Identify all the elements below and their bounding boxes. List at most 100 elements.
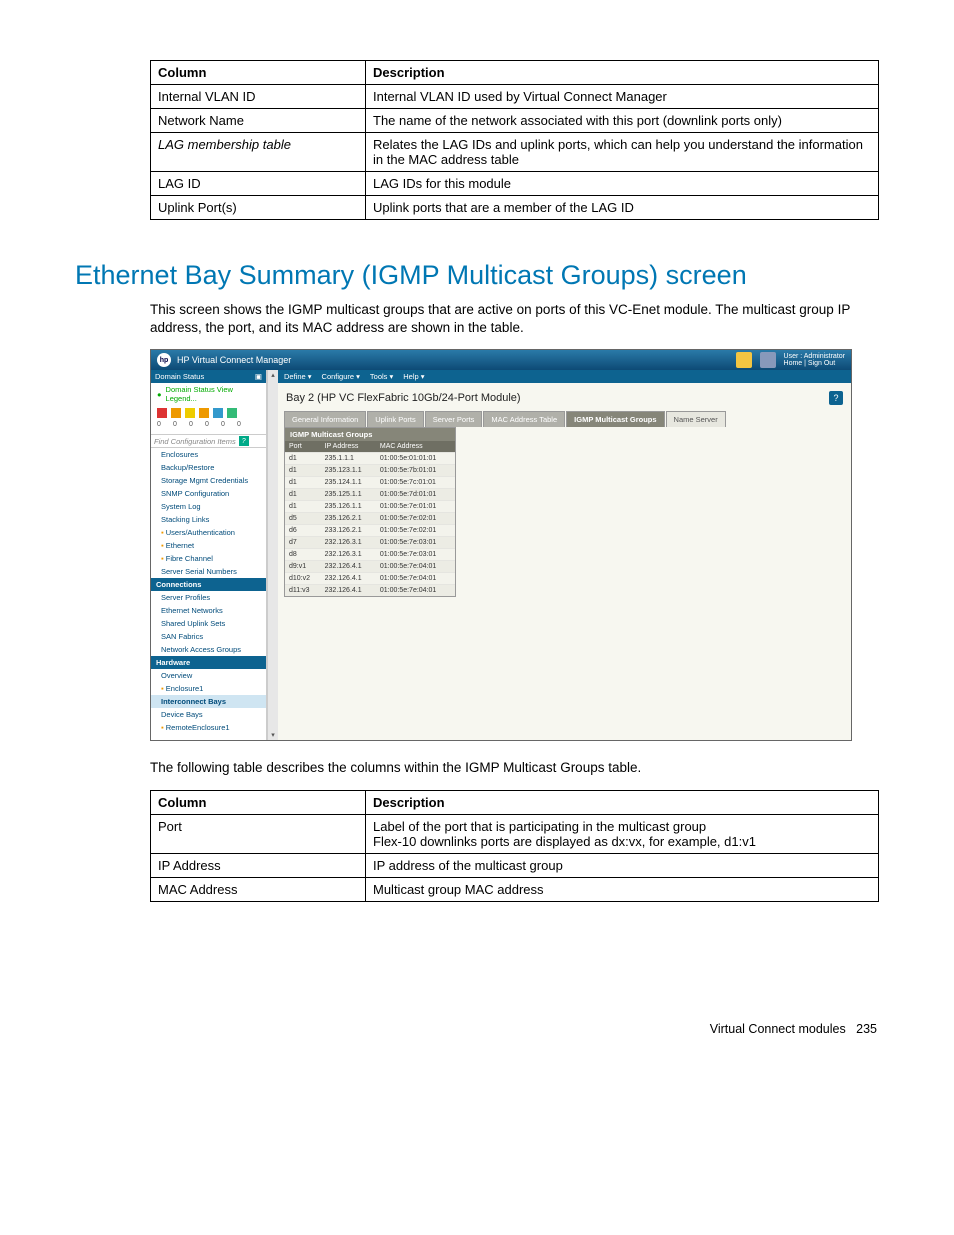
tab[interactable]: General Information — [284, 411, 366, 427]
grid-cell: 01:00:5e:7e:04:01 — [376, 561, 455, 573]
grid-cell: d1 — [285, 453, 321, 465]
tab[interactable]: Server Ports — [425, 411, 483, 427]
tab[interactable]: Uplink Ports — [367, 411, 423, 427]
table-row: d8232.126.3.101:00:5e:7e:03:01 — [285, 549, 455, 561]
user-info: User : Administrator Home | Sign Out — [784, 353, 845, 368]
grid-header: MAC Address — [376, 441, 455, 453]
table-cell: Port — [151, 814, 366, 853]
sidebar-item[interactable]: SAN Fabrics — [151, 630, 266, 643]
grid-cell: 01:00:5e:7e:02:01 — [376, 513, 455, 525]
sidebar-item-enclosure[interactable]: ▪ Enclosure1 — [151, 682, 266, 695]
sidebar-status-icons — [151, 405, 266, 421]
grid-cell: 01:00:5e:7b:01:01 — [376, 465, 455, 477]
menu-item[interactable]: Define ▾ — [284, 372, 312, 381]
table-row: d1235.126.1.101:00:5e:7e:01:01 — [285, 501, 455, 513]
table-row: d1235.125.1.101:00:5e:7d:01:01 — [285, 489, 455, 501]
grid-header: IP Address — [321, 441, 376, 453]
status-icon[interactable] — [227, 408, 237, 418]
grid-cell: d10:v2 — [285, 573, 321, 585]
grid-cell: 235.126.1.1 — [321, 501, 376, 513]
status-icon[interactable] — [185, 408, 195, 418]
menu-item[interactable]: Tools ▾ — [370, 372, 393, 381]
sidebar-item[interactable]: Server Serial Numbers — [151, 565, 266, 578]
grid-cell: 01:00:5e:7e:04:01 — [376, 585, 455, 597]
help-icon[interactable]: ? — [829, 391, 843, 405]
col-header: Column — [151, 790, 366, 814]
table-row: d11:v3232.126.4.101:00:5e:7e:04:01 — [285, 585, 455, 597]
col-header: Column — [151, 61, 366, 85]
grid-cell: 235.126.2.1 — [321, 513, 376, 525]
table-cell: Network Name — [151, 109, 366, 133]
table-cell: Uplink Port(s) — [151, 196, 366, 220]
grid-cell: d11:v3 — [285, 585, 321, 597]
search-icon[interactable]: ? — [239, 436, 249, 446]
grid-cell: d1 — [285, 477, 321, 489]
toolbar-icon[interactable] — [760, 352, 776, 368]
sidebar-item[interactable]: Shared Uplink Sets — [151, 617, 266, 630]
screenshot-vcm: hp HP Virtual Connect Manager User : Adm… — [150, 349, 852, 741]
grid-cell: 232.126.3.1 — [321, 537, 376, 549]
section-heading: Ethernet Bay Summary (IGMP Multicast Gro… — [75, 260, 879, 291]
grid-cell: d5 — [285, 513, 321, 525]
status-icon[interactable] — [157, 408, 167, 418]
tab[interactable]: IGMP Multicast Groups — [566, 411, 664, 427]
table-igmp-columns: Column Description PortLabel of the port… — [150, 790, 879, 902]
sidebar-item[interactable]: ▪ Users/Authentication — [151, 526, 266, 539]
app-title: HP Virtual Connect Manager — [177, 355, 291, 365]
sidebar-item[interactable]: ▪ Ethernet — [151, 539, 266, 552]
sidebar-item-remote[interactable]: ▪ RemoteEnclosure1 — [151, 721, 266, 734]
table-cell: Label of the port that is participating … — [366, 814, 879, 853]
menu-item[interactable]: Help ▾ — [403, 372, 424, 381]
sidebar-item[interactable]: Network Access Groups — [151, 643, 266, 656]
status-icon[interactable] — [199, 408, 209, 418]
table-cell: IP address of the multicast group — [366, 853, 879, 877]
scroll-down-icon[interactable]: ▾ — [270, 730, 276, 740]
sidebar-item[interactable]: Stacking Links — [151, 513, 266, 526]
sidebar-item[interactable]: Enclosures — [151, 448, 266, 461]
scroll-up-icon[interactable]: ▴ — [270, 370, 276, 380]
sidebar-item-selected[interactable]: Interconnect Bays — [151, 695, 266, 708]
table-row: d1235.1.1.101:00:5e:01:01:01 — [285, 453, 455, 465]
sidebar-scrollbar[interactable]: ▴ ▾ — [267, 370, 278, 740]
grid-cell: 01:00:5e:7c:01:01 — [376, 477, 455, 489]
sidebar-item[interactable]: System Log — [151, 500, 266, 513]
table-cell: Relates the LAG IDs and uplink ports, wh… — [366, 133, 879, 172]
sidebar-item[interactable]: Device Bays — [151, 708, 266, 721]
grid-cell: 01:00:5e:7e:03:01 — [376, 549, 455, 561]
tab[interactable]: MAC Address Table — [483, 411, 565, 427]
main-panel: Define ▾Configure ▾Tools ▾Help ▾ Bay 2 (… — [278, 370, 851, 740]
col-header: Description — [366, 61, 879, 85]
table-intro-paragraph: The following table describes the column… — [150, 759, 879, 777]
table-cell: LAG IDs for this module — [366, 172, 879, 196]
grid-cell: 01:00:5e:7e:01:01 — [376, 501, 455, 513]
sidebar-item[interactable]: Server Profiles — [151, 591, 266, 604]
app-titlebar: hp HP Virtual Connect Manager User : Adm… — [151, 350, 851, 370]
sidebar-section-hardware: Hardware — [151, 656, 266, 669]
toolbar-icon[interactable] — [736, 352, 752, 368]
tab[interactable]: Name Server — [666, 411, 726, 427]
tab-bar: General InformationUplink PortsServer Po… — [278, 411, 851, 427]
menu-item[interactable]: Configure ▾ — [322, 372, 360, 381]
collapse-icon[interactable]: ▣ — [255, 372, 262, 381]
sidebar-item[interactable]: Ethernet Networks — [151, 604, 266, 617]
grid-cell: 232.126.4.1 — [321, 561, 376, 573]
sidebar-status-row[interactable]: ● Domain Status View Legend... — [151, 383, 266, 405]
sidebar-item[interactable]: Backup/Restore — [151, 461, 266, 474]
grid-cell: 235.124.1.1 — [321, 477, 376, 489]
user-links[interactable]: Home | Sign Out — [784, 360, 836, 367]
grid-cell: 235.1.1.1 — [321, 453, 376, 465]
find-input[interactable]: Find Configuration Items ? — [151, 434, 266, 448]
sidebar-item[interactable]: Overview — [151, 669, 266, 682]
grid-cell: d8 — [285, 549, 321, 561]
page-footer: Virtual Connect modules 235 — [75, 1022, 879, 1036]
status-icon[interactable] — [171, 408, 181, 418]
igmp-panel: IGMP Multicast Groups PortIP AddressMAC … — [284, 427, 456, 597]
sidebar-item[interactable]: Storage Mgmt Credentials — [151, 474, 266, 487]
table-row: d10:v2232.126.4.101:00:5e:7e:04:01 — [285, 573, 455, 585]
grid-header: Port — [285, 441, 321, 453]
sidebar-item[interactable]: ▪ Fibre Channel — [151, 552, 266, 565]
sidebar-item[interactable]: SNMP Configuration — [151, 487, 266, 500]
table-row: d7232.126.3.101:00:5e:7e:03:01 — [285, 537, 455, 549]
grid-cell: 01:00:5e:7e:03:01 — [376, 537, 455, 549]
status-icon[interactable] — [213, 408, 223, 418]
